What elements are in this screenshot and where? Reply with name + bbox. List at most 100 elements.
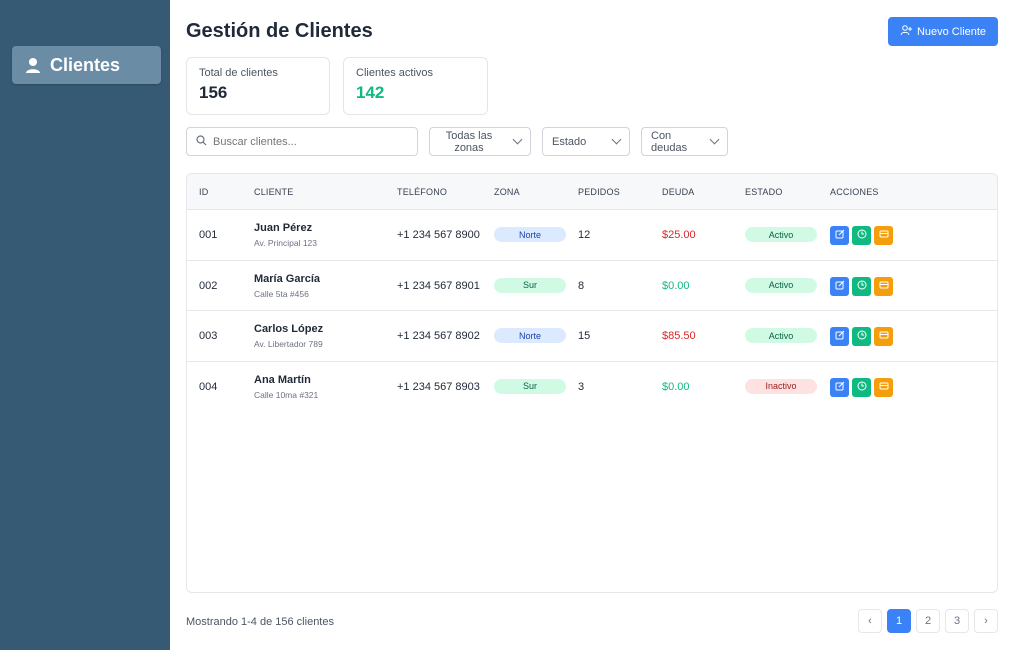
page-1-button[interactable]: 1 <box>887 609 911 633</box>
history-button[interactable] <box>852 226 871 245</box>
credit-card-icon <box>879 229 889 242</box>
edit-button[interactable] <box>830 327 849 346</box>
debt-select-value: Con deudas <box>651 129 688 154</box>
edit-icon <box>835 330 845 343</box>
cell-orders: 12 <box>578 229 591 241</box>
stat-label: Total de clientes <box>199 67 278 79</box>
cell-debt: $0.00 <box>662 380 690 393</box>
client-address: Calle 5ta #456 <box>254 288 309 299</box>
cell-debt: $85.50 <box>662 330 696 342</box>
stat-active-clients: Clientes activos 142 <box>343 57 488 115</box>
edit-button[interactable] <box>830 226 849 245</box>
page-title: Gestión de Clientes <box>186 20 373 42</box>
clients-table: ID CLIENTE TELÉFONO ZONA PEDIDOS DEUDA E… <box>186 173 998 593</box>
new-client-button[interactable]: Nuevo Cliente <box>888 17 998 46</box>
cell-id: 004 <box>199 380 218 393</box>
history-button[interactable] <box>852 276 871 296</box>
client-name: Juan Pérez <box>254 222 313 234</box>
client-address: Av. Libertador 789 <box>254 339 323 349</box>
search-icon <box>196 133 207 151</box>
payment-button[interactable] <box>874 276 893 296</box>
history-button[interactable] <box>852 377 871 397</box>
edit-button[interactable] <box>830 276 849 296</box>
header-id: ID <box>199 187 209 197</box>
table-row[interactable]: 002 María García Calle 5ta #456 +1 234 5… <box>187 261 997 311</box>
edit-button[interactable] <box>830 377 849 397</box>
chevron-down-icon <box>512 134 523 145</box>
edit-icon <box>835 229 845 242</box>
debt-select[interactable]: Con deudas <box>641 127 728 156</box>
status-select[interactable]: Estado <box>542 127 630 156</box>
row-actions <box>830 377 893 397</box>
cell-orders: 8 <box>578 279 585 292</box>
header-client: CLIENTE <box>254 187 294 197</box>
header-actions: ACCIONES <box>830 187 879 197</box>
payment-button[interactable] <box>874 226 893 245</box>
zone-select[interactable]: Todas las zonas <box>429 127 531 156</box>
sidebar: Clientes <box>0 0 170 650</box>
cell-debt: $25.00 <box>662 229 696 241</box>
add-user-icon <box>900 24 912 39</box>
zone-badge: Sur <box>494 277 566 293</box>
payment-button[interactable] <box>874 327 893 346</box>
table-row[interactable]: 004 Ana Martín Calle 10ma #321 +1 234 56… <box>187 362 997 413</box>
header-debt: DEUDA <box>662 187 695 197</box>
cell-phone: +1 234 567 8902 <box>397 330 480 342</box>
table-row[interactable]: 003 Carlos López Av. Libertador 789 +1 2… <box>187 311 997 362</box>
next-page-button[interactable]: › <box>974 609 998 633</box>
cell-orders: 15 <box>578 330 591 342</box>
status-badge: Inactivo <box>745 378 817 394</box>
stat-value: 156 <box>199 83 228 102</box>
sidebar-item-clientes[interactable]: Clientes <box>12 46 161 84</box>
header-orders: PEDIDOS <box>578 187 620 197</box>
status-badge: Activo <box>745 227 817 242</box>
cell-id: 002 <box>199 279 218 292</box>
chevron-down-icon <box>611 134 622 145</box>
page-2-button[interactable]: 2 <box>916 609 940 633</box>
edit-icon <box>835 381 845 394</box>
zone-badge: Norte <box>494 227 566 242</box>
client-name: Carlos López <box>254 323 324 335</box>
row-actions <box>830 276 893 296</box>
header-status: ESTADO <box>745 187 783 197</box>
cell-debt: $0.00 <box>662 279 690 292</box>
clock-icon <box>857 381 867 394</box>
status-select-value: Estado <box>552 135 587 148</box>
cell-id: 003 <box>199 330 218 342</box>
cell-phone: +1 234 567 8900 <box>397 229 480 241</box>
payment-button[interactable] <box>874 377 893 397</box>
cell-phone: +1 234 567 8903 <box>397 380 480 393</box>
client-address: Calle 10ma #321 <box>254 389 319 400</box>
status-badge: Activo <box>745 277 817 293</box>
clock-icon <box>857 330 867 343</box>
zone-select-value: Todas las zonas <box>445 129 493 154</box>
new-client-label: Nuevo Cliente <box>916 25 987 38</box>
zone-badge: Sur <box>494 378 566 394</box>
stat-value: 142 <box>356 83 385 102</box>
status-badge: Activo <box>745 328 817 343</box>
stat-total-clients: Total de clientes 156 <box>186 57 330 115</box>
cell-id: 001 <box>199 229 218 241</box>
search-input[interactable] <box>213 135 403 148</box>
pagination: ‹ 1 2 3 › <box>858 609 998 633</box>
credit-card-icon <box>879 280 889 293</box>
search-box[interactable] <box>186 127 418 156</box>
pagination-summary: Mostrando 1-4 de 156 clientes <box>186 616 334 628</box>
history-button[interactable] <box>852 327 871 346</box>
client-address: Av. Principal 123 <box>254 238 317 248</box>
credit-card-icon <box>879 381 889 394</box>
cell-orders: 3 <box>578 380 585 393</box>
row-actions <box>830 327 893 346</box>
edit-icon <box>835 280 845 293</box>
clock-icon <box>857 280 867 293</box>
prev-page-button[interactable]: ‹ <box>858 609 882 633</box>
header-zone: ZONA <box>494 187 520 197</box>
client-name: Ana Martín <box>254 373 311 386</box>
table-row[interactable]: 001 Juan Pérez Av. Principal 123 +1 234 … <box>187 210 997 261</box>
row-actions <box>830 226 893 245</box>
page-3-button[interactable]: 3 <box>945 609 969 633</box>
table-header: ID CLIENTE TELÉFONO ZONA PEDIDOS DEUDA E… <box>187 174 997 210</box>
cell-phone: +1 234 567 8901 <box>397 279 480 292</box>
client-name: María García <box>254 272 321 285</box>
main-content: Gestión de Clientes Nuevo Cliente Total … <box>186 0 998 650</box>
